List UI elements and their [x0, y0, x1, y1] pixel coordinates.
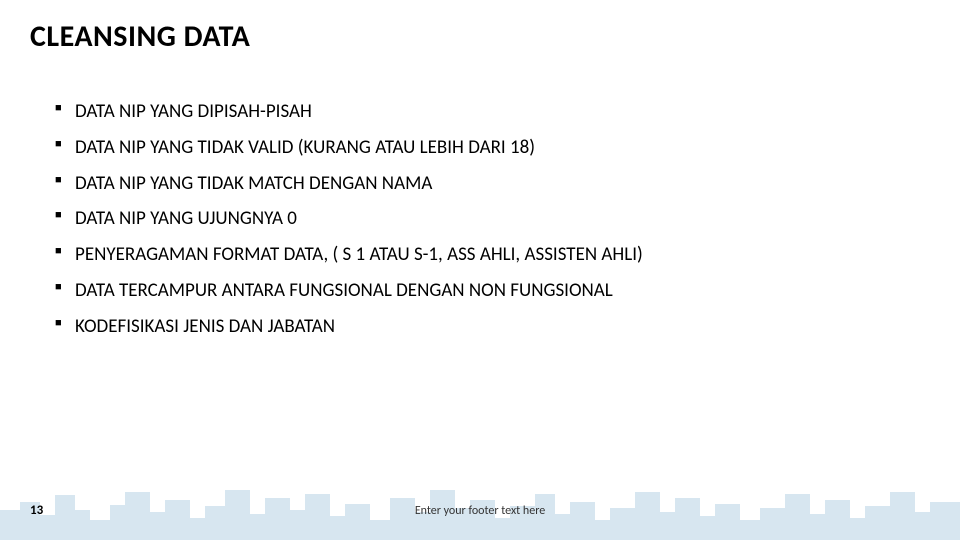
list-item: PENYERAGAMAN FORMAT DATA, ( S 1 ATAU S-1…: [55, 243, 900, 267]
content-area: DATA NIP YANG DIPISAH-PISAH DATA NIP YAN…: [55, 100, 900, 350]
footer-text: Enter your footer text here: [0, 504, 960, 518]
list-item: KODEFISIKASI JENIS DAN JABATAN: [55, 315, 900, 339]
list-item: DATA NIP YANG TIDAK VALID (KURANG ATAU L…: [55, 136, 900, 160]
list-item: DATA NIP YANG UJUNGNYA 0: [55, 207, 900, 231]
list-item: DATA NIP YANG DIPISAH-PISAH: [55, 100, 900, 124]
list-item: DATA TERCAMPUR ANTARA FUNGSIONAL DENGAN …: [55, 279, 900, 303]
bullet-list: DATA NIP YANG DIPISAH-PISAH DATA NIP YAN…: [55, 100, 900, 338]
slide-title: CLEANSING DATA: [30, 18, 250, 55]
list-item: DATA NIP YANG TIDAK MATCH DENGAN NAMA: [55, 172, 900, 196]
